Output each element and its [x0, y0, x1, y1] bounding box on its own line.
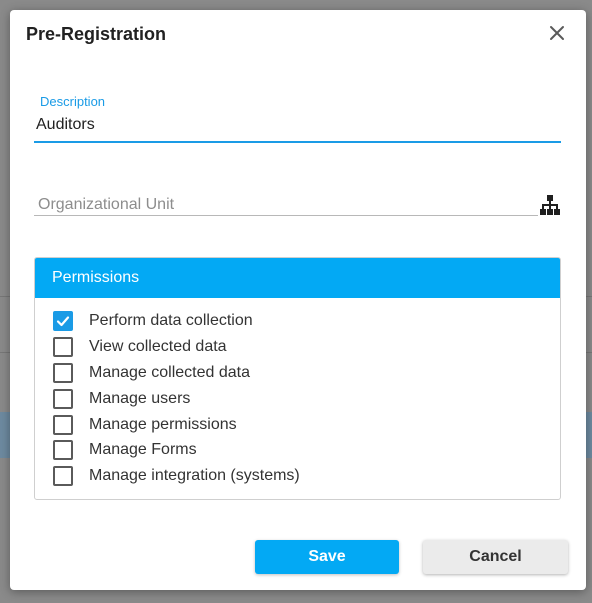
permission-checkbox[interactable] [53, 388, 73, 409]
permissions-list: Perform data collection View collected da… [35, 298, 560, 489]
permission-label: Perform data collection [89, 311, 253, 329]
dialog-title: Pre-Registration [26, 24, 167, 44]
permission-checkbox[interactable] [53, 414, 73, 435]
permission-checkbox[interactable] [53, 466, 73, 487]
permission-checkbox[interactable] [53, 440, 73, 461]
permission-label: Manage collected data [89, 363, 250, 381]
permission-label: View collected data [89, 337, 227, 355]
permissions-panel: Permissions Perform data collection View … [34, 257, 561, 500]
permission-item[interactable]: Manage users [35, 386, 560, 412]
permission-checkbox[interactable] [53, 310, 73, 331]
permission-item[interactable]: Manage permissions [35, 412, 560, 438]
description-input[interactable] [34, 113, 562, 137]
org-chart-icon[interactable] [538, 193, 562, 217]
permission-item[interactable]: Manage collected data [35, 360, 560, 386]
description-underline [34, 141, 561, 143]
permission-item[interactable]: View collected data [35, 334, 560, 360]
permission-label: Manage Forms [89, 441, 197, 459]
organizational-unit-underline [34, 215, 538, 216]
permission-label: Manage users [89, 389, 191, 407]
cancel-button[interactable]: Cancel [423, 540, 568, 574]
permission-checkbox[interactable] [53, 362, 73, 383]
save-button[interactable]: Save [255, 540, 399, 574]
description-label: Description [40, 94, 106, 109]
close-icon[interactable] [546, 22, 568, 44]
permissions-header: Permissions [35, 258, 560, 298]
permission-item[interactable]: Perform data collection [35, 308, 560, 334]
permission-label: Manage permissions [89, 415, 237, 433]
permission-item[interactable]: Manage integration (systems) [35, 463, 560, 489]
organizational-unit-input[interactable] [38, 193, 538, 217]
permission-item[interactable]: Manage Forms [35, 437, 560, 463]
permission-label: Manage integration (systems) [89, 467, 300, 485]
pre-registration-dialog: Pre-Registration Description Permissions… [10, 10, 586, 590]
permission-checkbox[interactable] [53, 336, 73, 357]
